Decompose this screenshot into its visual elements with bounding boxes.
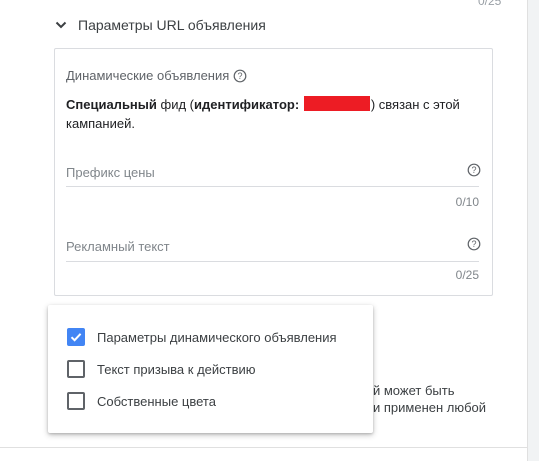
- feed-linked-message: Специальный фид (идентификатор: ) связан…: [66, 95, 466, 133]
- menu-item-call-to-action[interactable]: Текст призыва к действию: [67, 358, 256, 380]
- feed-bold-identifier: идентификатор:: [194, 97, 300, 112]
- checkbox-unchecked[interactable]: [67, 360, 85, 378]
- svg-text:?: ?: [471, 165, 476, 175]
- help-icon[interactable]: ?: [467, 237, 481, 251]
- top-char-counter: 0/25: [478, 0, 502, 8]
- menu-item-dynamic-params[interactable]: Параметры динамического объявления: [67, 326, 337, 348]
- bottom-divider: [0, 447, 527, 448]
- dynamic-ads-label: Динамические объявления: [66, 68, 230, 83]
- price-prefix-label: Префикс цены: [66, 165, 155, 180]
- dropdown-menu: Параметры динамического объявления Текст…: [48, 305, 373, 433]
- svg-text:?: ?: [471, 239, 476, 249]
- right-scrollbar-rail[interactable]: [527, 0, 539, 461]
- redacted-id: [303, 96, 370, 111]
- feed-text-part1: фид (: [156, 97, 195, 112]
- checkbox-unchecked[interactable]: [67, 392, 85, 410]
- section-title: Параметры URL объявления: [78, 17, 266, 33]
- checkbox-checked[interactable]: [67, 328, 85, 346]
- svg-text:?: ?: [238, 71, 243, 81]
- ad-text-label: Рекламный текст: [66, 239, 170, 254]
- url-params-section-header[interactable]: Параметры URL объявления: [54, 17, 266, 33]
- help-icon[interactable]: ?: [467, 163, 481, 177]
- obscured-line-2: и применен любой: [373, 400, 487, 415]
- price-prefix-underline: [66, 186, 479, 187]
- menu-item-custom-colors[interactable]: Собственные цвета: [67, 390, 216, 412]
- menu-item-label: Текст призыва к действию: [97, 361, 256, 377]
- price-prefix-counter: 0/10: [455, 195, 479, 209]
- obscured-line-1: й может быть: [373, 383, 455, 398]
- ad-text-underline: [66, 261, 479, 262]
- dynamic-ads-heading: Динамические объявления ?: [66, 68, 247, 83]
- price-prefix-field[interactable]: Префикс цены ? 0/10: [66, 163, 481, 217]
- obscured-description: й может быть и применен любой: [373, 382, 486, 416]
- menu-item-label: Собственные цвета: [97, 393, 216, 409]
- help-icon[interactable]: ?: [233, 69, 247, 83]
- menu-item-label: Параметры динамического объявления: [97, 329, 337, 345]
- ad-text-counter: 0/25: [455, 268, 479, 282]
- ad-text-field[interactable]: Рекламный текст ? 0/25: [66, 237, 481, 291]
- url-params-card: Динамические объявления ? Специальный фи…: [54, 48, 493, 296]
- feed-bold-special: Специальный: [66, 97, 157, 112]
- chevron-down-icon[interactable]: [54, 18, 68, 32]
